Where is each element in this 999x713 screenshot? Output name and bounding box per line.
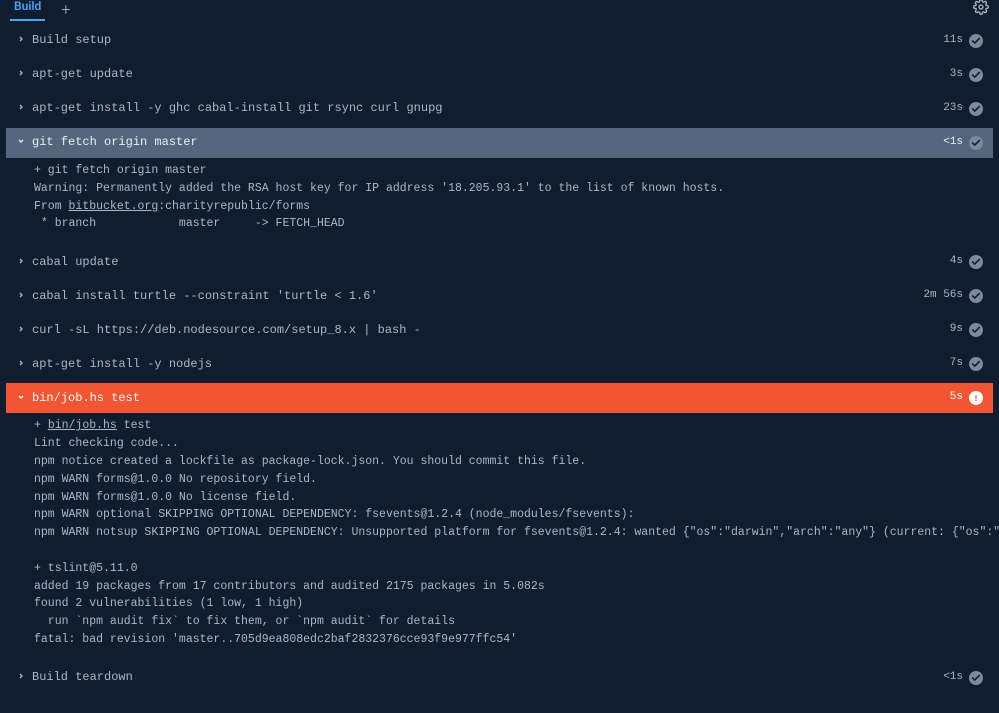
output-line: fatal: bad revision 'master..705d9ea808e… <box>34 631 983 649</box>
output-line: + git fetch origin master <box>34 162 983 180</box>
step-command: Build teardown <box>32 669 133 686</box>
step-meta: 5s <box>950 390 983 406</box>
output-line: npm WARN forms@1.0.0 No license field. <box>34 489 983 507</box>
chevron-right-icon <box>16 322 26 339</box>
chevron-right-icon <box>16 356 26 373</box>
build-step: curl -sL https://deb.nodesource.com/setu… <box>6 315 993 345</box>
step-header[interactable]: git fetch origin master <1s <box>6 128 993 158</box>
step-header[interactable]: Build teardown <1s <box>6 663 993 693</box>
step-duration: 11s <box>943 33 963 49</box>
step-meta: 2m 56s <box>923 288 983 304</box>
step-duration: 4s <box>950 254 963 270</box>
step-command: apt-get update <box>32 66 133 83</box>
step-meta: 7s <box>950 356 983 372</box>
output-line: npm notice created a lockfile as package… <box>34 453 983 471</box>
chevron-right-icon <box>16 669 26 686</box>
output-line: npm WARN forms@1.0.0 No repository field… <box>34 471 983 489</box>
build-step: cabal install turtle --constraint 'turtl… <box>6 281 993 311</box>
add-tab-button[interactable]: + <box>61 5 70 15</box>
step-duration: <1s <box>943 135 963 151</box>
step-duration: 2m 56s <box>923 288 963 304</box>
check-icon <box>969 136 983 150</box>
check-icon <box>969 68 983 82</box>
step-command: apt-get install -y nodejs <box>32 356 212 373</box>
check-icon <box>969 102 983 116</box>
build-step: cabal update 4s <box>6 247 993 277</box>
output-line: + bin/job.hs test <box>34 417 983 435</box>
step-duration: 5s <box>950 390 963 406</box>
step-meta: 4s <box>950 254 983 270</box>
step-header[interactable]: bin/job.hs test 5s <box>6 383 993 413</box>
output-line: added 19 packages from 17 contributors a… <box>34 578 983 596</box>
build-step: bin/job.hs test 5s + bin/job.hs testLint c… <box>6 383 993 659</box>
step-header[interactable]: cabal install turtle --constraint 'turtl… <box>6 281 993 311</box>
build-step: git fetch origin master <1s + git fetch or… <box>6 128 993 243</box>
build-steps: Build setup 11s apt-get update 3s apt-get in… <box>0 20 999 713</box>
step-header[interactable]: apt-get install -y ghc cabal-install git… <box>6 94 993 124</box>
step-duration: 3s <box>950 67 963 83</box>
step-header[interactable]: apt-get install -y nodejs 7s <box>6 349 993 379</box>
step-header[interactable]: cabal update 4s <box>6 247 993 277</box>
build-step: Build setup 11s <box>6 26 993 56</box>
step-meta: 9s <box>950 322 983 338</box>
build-step: apt-get install -y ghc cabal-install git… <box>6 94 993 124</box>
check-icon <box>969 323 983 337</box>
step-duration: 7s <box>950 356 963 372</box>
output-link[interactable]: bin/job.hs <box>48 419 117 432</box>
chevron-down-icon <box>16 134 26 151</box>
settings-icon[interactable] <box>973 0 989 20</box>
step-command: curl -sL https://deb.nodesource.com/setu… <box>32 322 421 339</box>
step-command: Build setup <box>32 32 111 49</box>
output-line: * branch master -> FETCH_HEAD <box>34 215 983 233</box>
step-command: git fetch origin master <box>32 134 198 151</box>
step-output: + git fetch origin masterWarning: Perman… <box>6 158 993 243</box>
output-line: Lint checking code... <box>34 435 983 453</box>
check-icon <box>969 34 983 48</box>
output-line <box>34 542 983 560</box>
output-link[interactable]: bitbucket.org <box>69 200 159 213</box>
tab-build[interactable]: Build <box>10 0 45 21</box>
build-step: apt-get update 3s <box>6 60 993 90</box>
output-line: npm WARN notsup SKIPPING OPTIONAL DEPEND… <box>34 524 983 542</box>
tab-strip: Build + <box>0 0 999 20</box>
step-header[interactable]: curl -sL https://deb.nodesource.com/setu… <box>6 315 993 345</box>
chevron-right-icon <box>16 288 26 305</box>
step-header[interactable]: Build setup 11s <box>6 26 993 56</box>
alert-icon <box>969 391 983 405</box>
step-duration: <1s <box>943 670 963 686</box>
step-meta: 3s <box>950 67 983 83</box>
chevron-down-icon <box>16 390 26 407</box>
step-command: cabal update <box>32 254 118 271</box>
step-header[interactable]: apt-get update 3s <box>6 60 993 90</box>
step-duration: 23s <box>943 101 963 117</box>
step-command: apt-get install -y ghc cabal-install git… <box>32 100 442 117</box>
output-line: npm WARN optional SKIPPING OPTIONAL DEPE… <box>34 506 983 524</box>
chevron-right-icon <box>16 254 26 271</box>
build-step: apt-get install -y nodejs 7s <box>6 349 993 379</box>
check-icon <box>969 357 983 371</box>
step-meta: <1s <box>943 135 983 151</box>
chevron-right-icon <box>16 66 26 83</box>
output-line: + tslint@5.11.0 <box>34 560 983 578</box>
check-icon <box>969 289 983 303</box>
check-icon <box>969 671 983 685</box>
output-line: run `npm audit fix` to fix them, or `npm… <box>34 613 983 631</box>
step-output: + bin/job.hs testLint checking code...np… <box>6 413 993 659</box>
step-command: bin/job.hs test <box>32 390 140 407</box>
step-duration: 9s <box>950 322 963 338</box>
check-icon <box>969 255 983 269</box>
output-line: found 2 vulnerabilities (1 low, 1 high) <box>34 595 983 613</box>
output-line: From bitbucket.org:charityrepublic/forms <box>34 198 983 216</box>
step-meta: <1s <box>943 670 983 686</box>
chevron-right-icon <box>16 100 26 117</box>
step-meta: 23s <box>943 101 983 117</box>
step-command: cabal install turtle --constraint 'turtl… <box>32 288 378 305</box>
chevron-right-icon <box>16 32 26 49</box>
output-line: Warning: Permanently added the RSA host … <box>34 180 983 198</box>
build-step: Build teardown <1s <box>6 663 993 693</box>
step-meta: 11s <box>943 33 983 49</box>
